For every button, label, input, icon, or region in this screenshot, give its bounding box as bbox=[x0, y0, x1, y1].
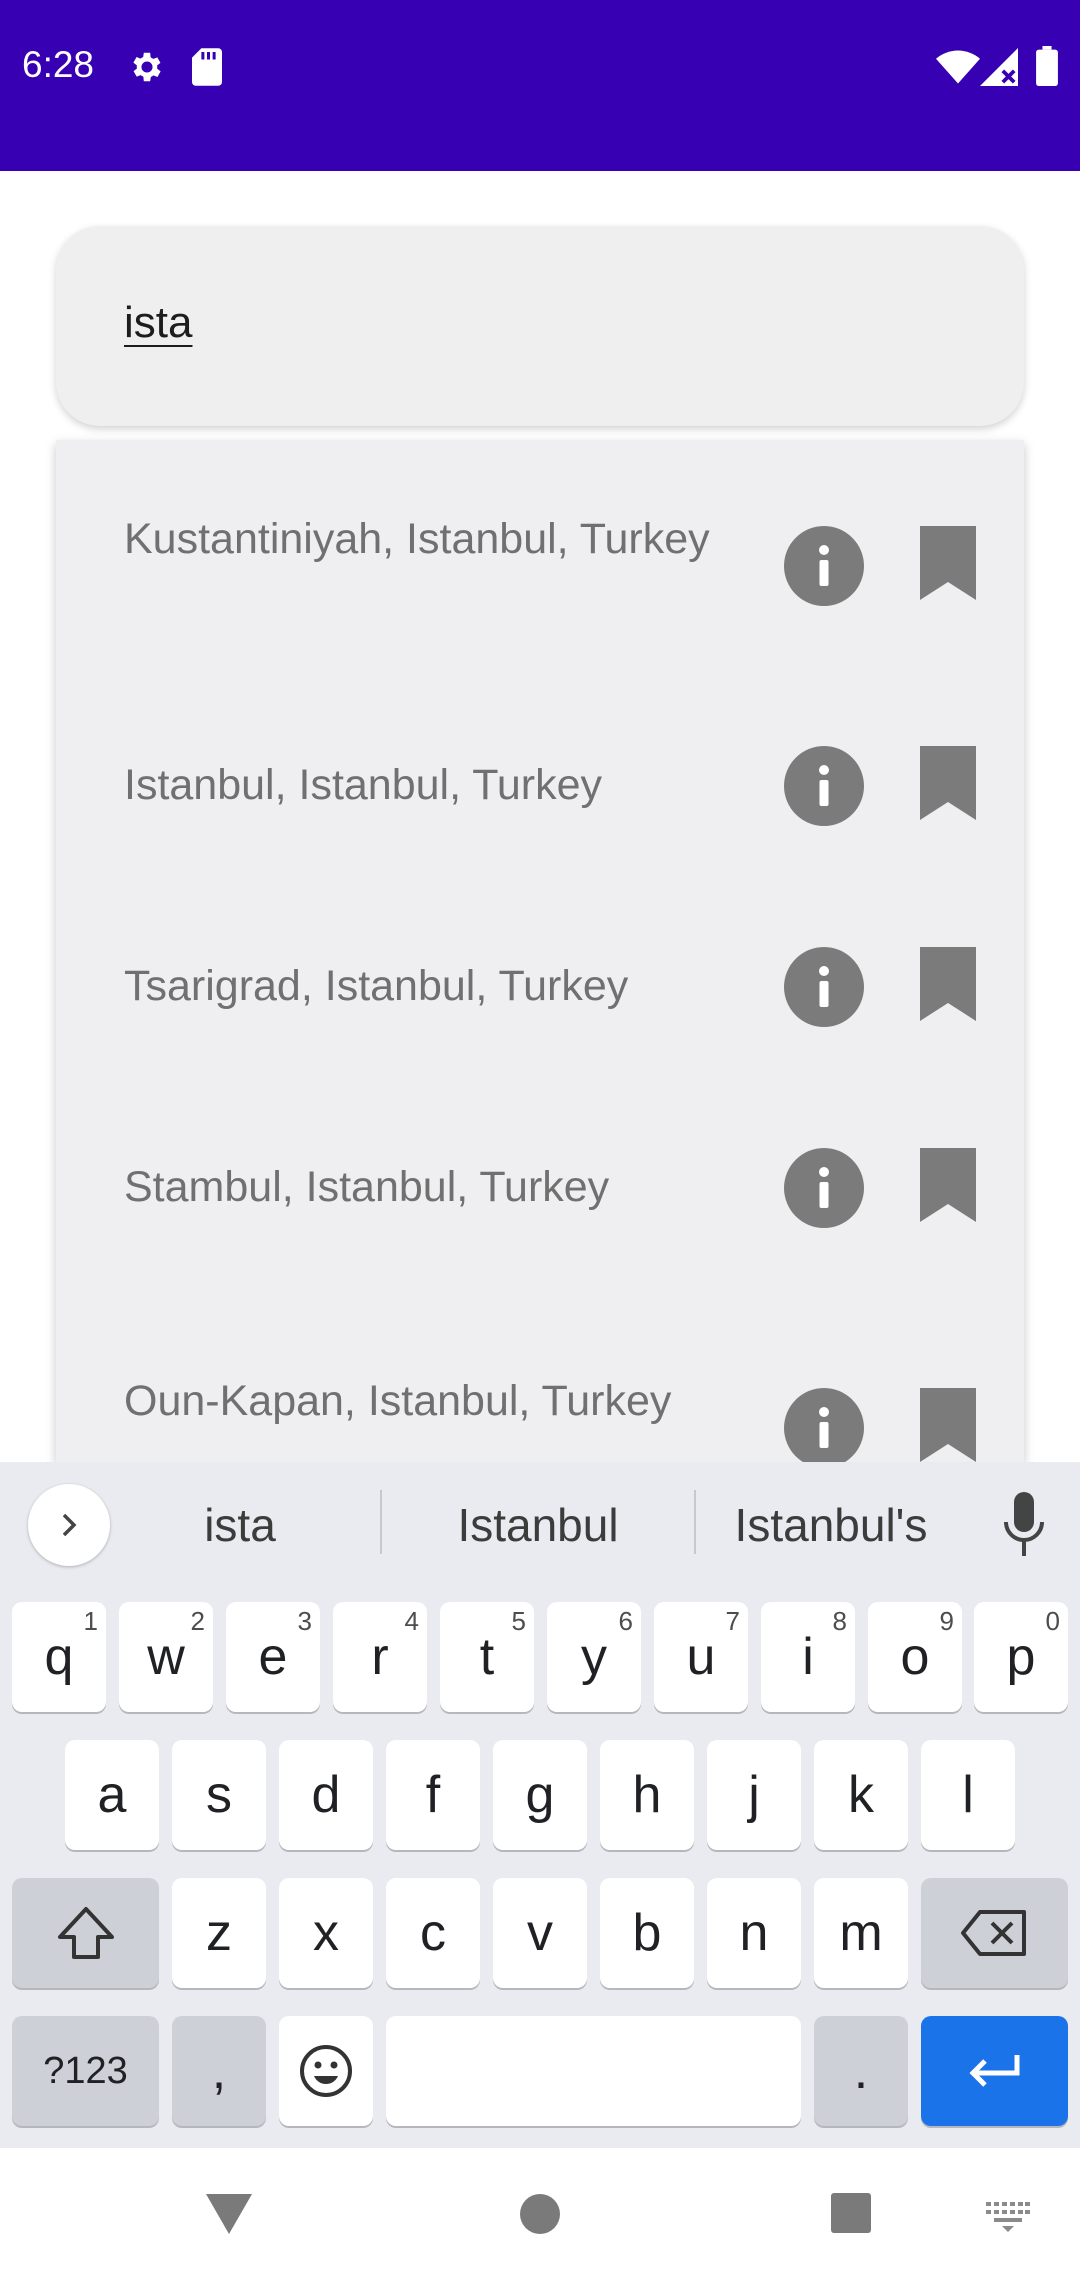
key-i[interactable]: i8 bbox=[761, 1602, 855, 1712]
info-icon[interactable] bbox=[784, 1148, 864, 1228]
key-v[interactable]: v bbox=[493, 1878, 587, 1988]
key-a[interactable]: a bbox=[65, 1740, 159, 1850]
keyboard-switch-icon[interactable] bbox=[986, 2202, 1030, 2232]
suggestion-item[interactable]: Stambul, Istanbul, Turkey bbox=[56, 1148, 1024, 1360]
gear-icon bbox=[133, 52, 161, 82]
navigation-bar bbox=[0, 2148, 1080, 2280]
key-b[interactable]: b bbox=[600, 1878, 694, 1988]
key-t[interactable]: t5 bbox=[440, 1602, 534, 1712]
suggestion-item[interactable]: Oun-Kapan, Istanbul, Turkey bbox=[56, 1374, 1024, 1462]
key-z[interactable]: z bbox=[172, 1878, 266, 1988]
key-n[interactable]: n bbox=[707, 1878, 801, 1988]
suggestion-list: Kustantiniyah, Istanbul, Turkey Istanbul… bbox=[56, 440, 1024, 1462]
bookmark-icon[interactable] bbox=[920, 1148, 976, 1222]
key-x[interactable]: x bbox=[279, 1878, 373, 1988]
enter-key[interactable] bbox=[921, 2016, 1068, 2126]
space-key[interactable] bbox=[386, 2016, 801, 2126]
suggestion-item[interactable]: Kustantiniyah, Istanbul, Turkey bbox=[56, 512, 1024, 712]
info-icon[interactable] bbox=[784, 746, 864, 826]
key-l[interactable]: l bbox=[921, 1740, 1015, 1850]
shift-key[interactable] bbox=[12, 1878, 159, 1988]
emoji-icon bbox=[300, 2045, 352, 2097]
home-icon[interactable] bbox=[518, 2192, 562, 2236]
expand-toolbar-button[interactable] bbox=[28, 1484, 110, 1566]
suggestion-label: Istanbul, Istanbul, Turkey bbox=[124, 761, 603, 809]
emoji-key[interactable] bbox=[279, 2016, 373, 2126]
word-suggestion[interactable]: Istanbul bbox=[408, 1498, 668, 1552]
key-q[interactable]: q1 bbox=[12, 1602, 106, 1712]
key-e[interactable]: e3 bbox=[226, 1602, 320, 1712]
key-o[interactable]: o9 bbox=[868, 1602, 962, 1712]
microphone-icon[interactable] bbox=[998, 1490, 1050, 1560]
status-time: 6:28 bbox=[22, 44, 95, 85]
back-icon[interactable] bbox=[204, 2192, 254, 2236]
shift-icon bbox=[57, 1907, 114, 1959]
bookmark-icon[interactable] bbox=[920, 746, 976, 820]
backspace-key[interactable] bbox=[921, 1878, 1068, 1988]
word-suggestion[interactable]: Istanbul's bbox=[706, 1498, 956, 1552]
key-r[interactable]: r4 bbox=[333, 1602, 427, 1712]
bookmark-icon[interactable] bbox=[920, 947, 976, 1021]
info-icon[interactable] bbox=[784, 1388, 864, 1462]
wifi-icon bbox=[936, 50, 980, 84]
suggestion-label: Stambul, Istanbul, Turkey bbox=[124, 1163, 610, 1211]
keyboard: ista Istanbul Istanbul's q1 w2 e3 r4 t5 … bbox=[0, 1462, 1080, 2148]
key-h[interactable]: h bbox=[600, 1740, 694, 1850]
comma-key[interactable]: , bbox=[172, 2016, 266, 2126]
suggestion-label: Tsarigrad, Istanbul, Turkey bbox=[124, 962, 629, 1010]
backspace-icon bbox=[960, 1910, 1026, 1956]
key-u[interactable]: u7 bbox=[654, 1602, 748, 1712]
key-y[interactable]: y6 bbox=[547, 1602, 641, 1712]
key-g[interactable]: g bbox=[493, 1740, 587, 1850]
recents-icon[interactable] bbox=[830, 2192, 872, 2234]
word-suggestion[interactable]: ista bbox=[130, 1498, 350, 1552]
keyboard-suggestion-bar: ista Istanbul Istanbul's bbox=[0, 1462, 1080, 1582]
bookmark-icon[interactable] bbox=[920, 1388, 976, 1462]
info-icon[interactable] bbox=[784, 526, 864, 606]
suggestion-item[interactable]: Tsarigrad, Istanbul, Turkey bbox=[56, 947, 1024, 1159]
bookmark-icon[interactable] bbox=[920, 526, 976, 600]
key-m[interactable]: m bbox=[814, 1878, 908, 1988]
chevron-right-icon bbox=[62, 1513, 77, 1537]
enter-icon bbox=[968, 2055, 1019, 2087]
key-d[interactable]: d bbox=[279, 1740, 373, 1850]
search-card: ista bbox=[56, 226, 1024, 426]
period-key[interactable]: . bbox=[814, 2016, 908, 2126]
symbols-key[interactable]: ?123 bbox=[12, 2016, 159, 2126]
key-k[interactable]: k bbox=[814, 1740, 908, 1850]
status-bar: 6:28 bbox=[0, 0, 1080, 171]
key-f[interactable]: f bbox=[386, 1740, 480, 1850]
suggestion-divider bbox=[694, 1490, 696, 1554]
info-icon[interactable] bbox=[784, 947, 864, 1027]
key-c[interactable]: c bbox=[386, 1878, 480, 1988]
sd-card-icon bbox=[192, 48, 222, 86]
search-input[interactable]: ista bbox=[124, 298, 192, 348]
suggestion-item[interactable]: Istanbul, Istanbul, Turkey bbox=[56, 746, 1024, 958]
key-w[interactable]: w2 bbox=[119, 1602, 213, 1712]
suggestion-label: Kustantiniyah, Istanbul, Turkey bbox=[124, 515, 710, 563]
signal-icon bbox=[980, 48, 1018, 86]
suggestion-divider bbox=[380, 1490, 382, 1554]
suggestion-label: Oun-Kapan, Istanbul, Turkey bbox=[124, 1377, 672, 1425]
key-p[interactable]: p0 bbox=[974, 1602, 1068, 1712]
battery-icon bbox=[1036, 46, 1058, 86]
key-s[interactable]: s bbox=[172, 1740, 266, 1850]
key-j[interactable]: j bbox=[707, 1740, 801, 1850]
